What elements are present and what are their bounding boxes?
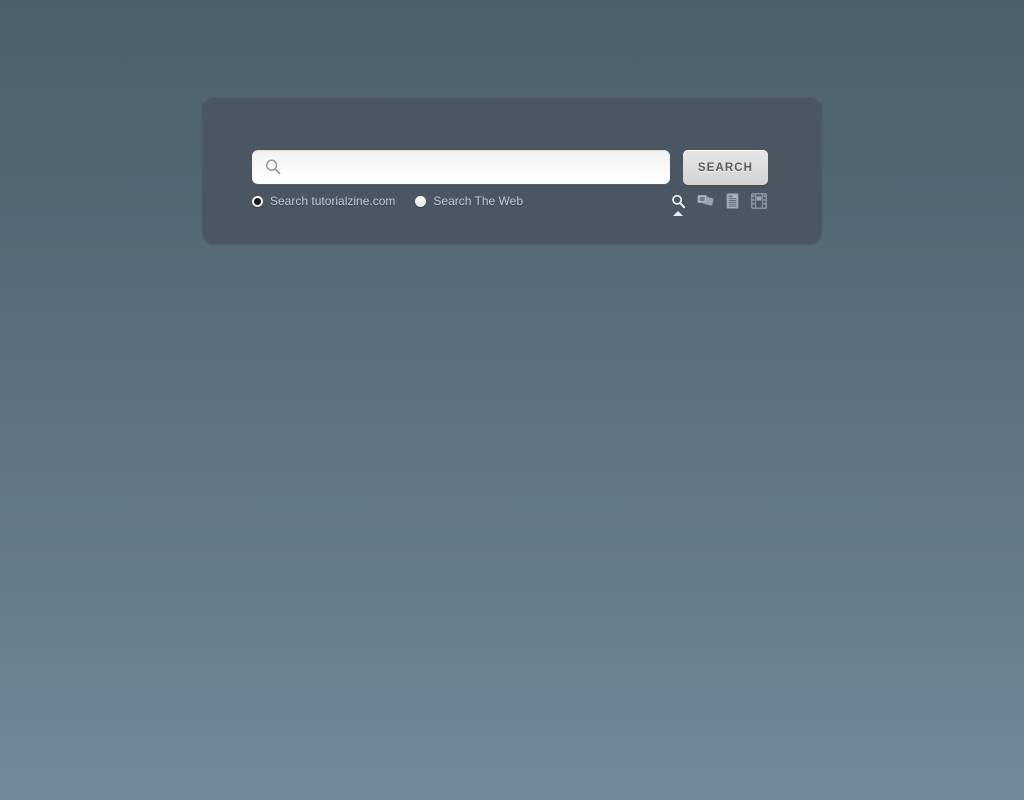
search-input[interactable] bbox=[288, 150, 660, 184]
search-type-tabs bbox=[669, 192, 768, 216]
tab-video[interactable] bbox=[750, 192, 768, 210]
search-scope-radio-group: Search tutorialzine.com Search The Web bbox=[252, 194, 523, 208]
radio-option-site[interactable]: Search tutorialzine.com bbox=[252, 194, 395, 208]
search-button[interactable]: SEARCH bbox=[683, 150, 768, 185]
magnifier-icon bbox=[671, 194, 686, 209]
search-input-wrapper[interactable] bbox=[252, 150, 670, 184]
radio-label-site: Search tutorialzine.com bbox=[270, 194, 396, 208]
options-row: Search tutorialzine.com Search The Web bbox=[252, 192, 768, 224]
search-widget-panel: SEARCH Search tutorialzine.com Search Th… bbox=[202, 98, 822, 244]
search-row: SEARCH bbox=[252, 150, 768, 185]
magnifier-icon bbox=[264, 158, 282, 176]
film-icon bbox=[751, 193, 767, 209]
radio-dot-web bbox=[415, 195, 427, 207]
tab-web[interactable] bbox=[669, 192, 687, 216]
radio-label-web: Search The Web bbox=[433, 194, 523, 208]
document-icon bbox=[726, 193, 739, 209]
tab-active-arrow-icon bbox=[673, 211, 683, 216]
tab-images[interactable] bbox=[696, 192, 714, 210]
radio-option-web[interactable]: Search The Web bbox=[415, 194, 523, 208]
images-icon bbox=[697, 194, 714, 209]
radio-dot-site bbox=[252, 195, 263, 207]
tab-news[interactable] bbox=[723, 192, 741, 210]
